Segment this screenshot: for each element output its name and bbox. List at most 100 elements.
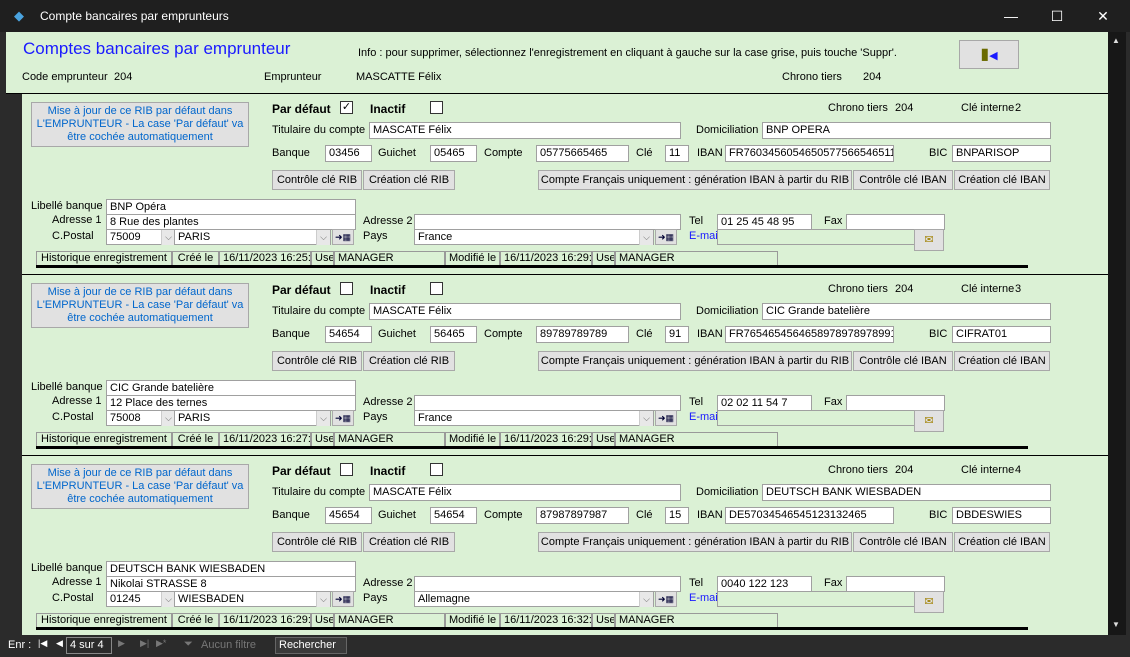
record-selector[interactable] [6, 94, 22, 275]
new-record-icon[interactable]: ▶* [156, 638, 166, 649]
guichet-input[interactable]: 05465 [430, 145, 477, 162]
domiciliation-input[interactable]: DEUTSCH BANK WIESBADEN [762, 484, 1051, 501]
iban-input[interactable]: DE57034546545123132465 [725, 507, 894, 524]
exit-button[interactable]: ▮◀ [959, 40, 1019, 69]
chevron-down-icon[interactable]: ⌵ [639, 230, 653, 245]
controle-cle-rib-button[interactable]: Contrôle clé RIB [272, 351, 362, 371]
tel-input[interactable]: 02 02 11 54 7 [717, 395, 812, 411]
email-input[interactable] [717, 410, 915, 426]
inactif-checkbox[interactable] [430, 101, 443, 114]
chevron-down-icon[interactable]: ⌵ [161, 592, 175, 607]
chevron-down-icon[interactable]: ⌵ [316, 592, 330, 607]
titulaire-input[interactable]: MASCATE Félix [369, 303, 681, 320]
pays-combo[interactable]: France [414, 410, 654, 426]
bic-input[interactable]: DBDESWIES [952, 507, 1051, 524]
adresse1-input[interactable]: 8 Rue des plantes [106, 214, 356, 230]
adresse1-input[interactable]: Nikolai STRASSE 8 [106, 576, 356, 592]
controle-cle-rib-button[interactable]: Contrôle clé RIB [272, 170, 362, 190]
compte-input[interactable]: 87987897987 [536, 507, 629, 524]
set-default-rib-button[interactable]: Mise à jour de ce RIB par défaut dans L'… [31, 102, 249, 147]
domiciliation-input[interactable]: CIC Grande batelière [762, 303, 1051, 320]
generation-iban-button[interactable]: Compte Français uniquement : génération … [538, 170, 852, 190]
iban-input[interactable]: FR7654654564658978978978991 [725, 326, 894, 343]
generation-iban-button[interactable]: Compte Français uniquement : génération … [538, 351, 852, 371]
controle-cle-iban-button[interactable]: Contrôle clé IBAN [853, 170, 953, 190]
send-email-icon[interactable]: ✉ [914, 591, 944, 613]
titulaire-input[interactable]: MASCATE Félix [369, 122, 681, 139]
chevron-down-icon[interactable]: ⌵ [639, 592, 653, 607]
record-selector[interactable] [6, 275, 22, 456]
guichet-input[interactable]: 56465 [430, 326, 477, 343]
chevron-down-icon[interactable]: ⌵ [316, 411, 330, 426]
open-country-list-icon[interactable]: ➜▦ [655, 591, 677, 607]
adresse2-input[interactable] [414, 576, 681, 592]
record-position-input[interactable]: 4 sur 4 [66, 637, 112, 654]
cle-input[interactable]: 15 [665, 507, 689, 524]
send-email-icon[interactable]: ✉ [914, 229, 944, 251]
banque-input[interactable]: 03456 [325, 145, 372, 162]
domiciliation-input[interactable]: BNP OPERA [762, 122, 1051, 139]
cle-input[interactable]: 11 [665, 145, 689, 162]
bic-input[interactable]: CIFRAT01 [952, 326, 1051, 343]
scroll-up-icon[interactable]: ▲ [1112, 36, 1120, 45]
search-input[interactable]: Rechercher [275, 637, 347, 654]
pays-combo[interactable]: France [414, 229, 654, 245]
inactif-checkbox[interactable] [430, 463, 443, 476]
open-city-list-icon[interactable]: ➜▦ [332, 229, 354, 245]
maximize-button[interactable]: ☐ [1034, 0, 1080, 32]
controle-cle-rib-button[interactable]: Contrôle clé RIB [272, 532, 362, 552]
tel-input[interactable]: 0040 122 123 [717, 576, 812, 592]
adresse2-input[interactable] [414, 214, 681, 230]
iban-input[interactable]: FR7603456054650577566546511 [725, 145, 894, 162]
minimize-button[interactable]: — [988, 0, 1034, 32]
bic-input[interactable]: BNPARISOP [952, 145, 1051, 162]
previous-record-icon[interactable]: ◀ [56, 638, 63, 649]
open-country-list-icon[interactable]: ➜▦ [655, 229, 677, 245]
send-email-icon[interactable]: ✉ [914, 410, 944, 432]
par-defaut-checkbox[interactable] [340, 282, 353, 295]
ville-combo[interactable]: PARIS [174, 229, 331, 245]
libelle-banque-input[interactable]: BNP Opéra [106, 199, 356, 215]
banque-input[interactable]: 54654 [325, 326, 372, 343]
scroll-down-icon[interactable]: ▼ [1112, 620, 1120, 629]
adresse1-input[interactable]: 12 Place des ternes [106, 395, 356, 411]
chevron-down-icon[interactable]: ⌵ [639, 411, 653, 426]
last-record-icon[interactable]: ▶| [140, 638, 149, 649]
titulaire-input[interactable]: MASCATE Félix [369, 484, 681, 501]
chevron-down-icon[interactable]: ⌵ [316, 230, 330, 245]
open-city-list-icon[interactable]: ➜▦ [332, 591, 354, 607]
fax-input[interactable] [846, 395, 945, 411]
close-button[interactable]: ✕ [1080, 0, 1126, 32]
libelle-banque-input[interactable]: DEUTSCH BANK WIESBADEN [106, 561, 356, 577]
cle-input[interactable]: 91 [665, 326, 689, 343]
compte-input[interactable]: 05775665465 [536, 145, 629, 162]
email-input[interactable] [717, 229, 915, 245]
creation-cle-iban-button[interactable]: Création clé IBAN [954, 170, 1050, 190]
fax-input[interactable] [846, 576, 945, 592]
ville-combo[interactable]: PARIS [174, 410, 331, 426]
par-defaut-checkbox[interactable] [340, 463, 353, 476]
open-country-list-icon[interactable]: ➜▦ [655, 410, 677, 426]
record-selector[interactable] [6, 456, 22, 637]
ville-combo[interactable]: WIESBADEN [174, 591, 331, 607]
filter-status[interactable]: Aucun filtre [201, 639, 256, 651]
creation-cle-rib-button[interactable]: Création clé RIB [363, 351, 455, 371]
creation-cle-iban-button[interactable]: Création clé IBAN [954, 532, 1050, 552]
fax-input[interactable] [846, 214, 945, 230]
creation-cle-rib-button[interactable]: Création clé RIB [363, 532, 455, 552]
set-default-rib-button[interactable]: Mise à jour de ce RIB par défaut dans L'… [31, 464, 249, 509]
next-record-icon[interactable]: ▶ [118, 638, 125, 649]
tel-input[interactable]: 01 25 45 48 95 [717, 214, 812, 230]
first-record-icon[interactable]: |◀ [38, 638, 47, 649]
controle-cle-iban-button[interactable]: Contrôle clé IBAN [853, 351, 953, 371]
banque-input[interactable]: 45654 [325, 507, 372, 524]
open-city-list-icon[interactable]: ➜▦ [332, 410, 354, 426]
chevron-down-icon[interactable]: ⌵ [161, 411, 175, 426]
chevron-down-icon[interactable]: ⌵ [161, 230, 175, 245]
guichet-input[interactable]: 54654 [430, 507, 477, 524]
email-input[interactable] [717, 591, 915, 607]
par-defaut-checkbox[interactable]: ✓ [340, 101, 353, 114]
controle-cle-iban-button[interactable]: Contrôle clé IBAN [853, 532, 953, 552]
compte-input[interactable]: 89789789789 [536, 326, 629, 343]
set-default-rib-button[interactable]: Mise à jour de ce RIB par défaut dans L'… [31, 283, 249, 328]
